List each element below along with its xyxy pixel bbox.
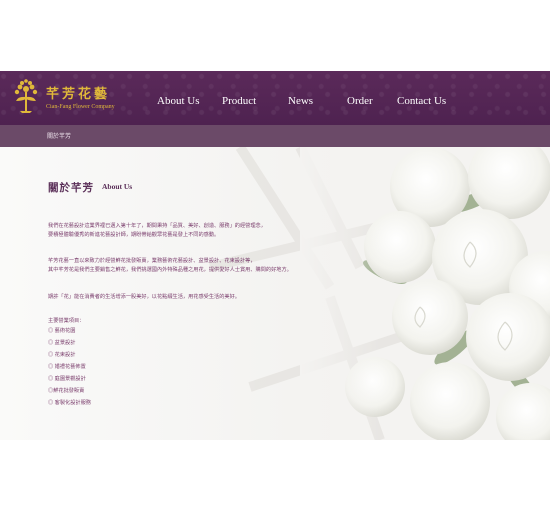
business-line: 芊芳花藝一直以來致力於經營鮮花批發販賣，業務藝術花藝設計、盆景設計、花束設計等， — [48, 258, 256, 264]
service-item: ◎ 花束設計 — [48, 352, 76, 358]
page-title: 關於芊芳 — [48, 182, 94, 194]
services-list: ◎ 藝術花園 ◎ 盆景設計 ◎ 花束設計 ◎ 婚禮花藝佈置 ◎ 庭園景觀設計 ◎… — [48, 327, 91, 411]
nav-contact-us[interactable]: Contact Us — [397, 95, 446, 107]
main-nav: About Us Product News Order Contact Us — [0, 71, 550, 125]
services-title: 主要營業項目： — [48, 318, 85, 324]
nav-order[interactable]: Order — [347, 95, 373, 107]
service-item: ◎ 庭園景觀設計 — [48, 376, 86, 382]
nav-product[interactable]: Product — [222, 95, 256, 107]
service-item: ◎鮮花批發販賣 — [48, 388, 85, 394]
business-line: 其中芊芳花是我們主要銷售之鮮花，我們挑選國內外特殊品種之用花，提供愛好人士賞用、… — [48, 267, 292, 273]
page: 芊芳花藝 Cian-Fang Flower Company About Us P… — [0, 0, 550, 515]
vision-line: 期許「花」能在消費者的生活增添一股美好，以花點綴生活，用花感受生活的美好。 — [48, 294, 240, 300]
breadcrumb: 關於芊芳 — [0, 125, 550, 147]
nav-about-us[interactable]: About Us — [157, 95, 199, 107]
vision-paragraph: 期許「花」能在消費者的生活增添一股美好，以花點綴生活，用花感受生活的美好。 — [48, 293, 240, 302]
intro-line: 我們在花藝設計這業界裡已邁入第十年了，期間秉持「品質、美好、創造、服務」的經營理… — [48, 223, 266, 229]
service-item: ◎ 客製化設計服務 — [48, 400, 91, 406]
service-item: ◎ 藝術花園 — [48, 328, 76, 334]
page-title-en: About Us — [102, 182, 133, 191]
nav-news[interactable]: News — [288, 95, 313, 107]
intro-paragraph: 我們在花藝設計這業界裡已邁入第十年了，期間秉持「品質、美好、創造、服務」的經營理… — [48, 222, 266, 240]
breadcrumb-current: 關於芊芳 — [47, 134, 72, 140]
intro-line: 要積極體驗優秀的新進花藝設計師，期盼帶給觀眾花藝是發上不同的感動。 — [48, 232, 220, 238]
service-item: ◎ 婚禮花藝佈置 — [48, 364, 86, 370]
about-section: 關於芊芳 About Us 我們在花藝設計這業界裡已邁入第十年了，期間秉持「品質… — [0, 147, 550, 440]
site-header: 芊芳花藝 Cian-Fang Flower Company About Us P… — [0, 71, 550, 125]
business-paragraph: 芊芳花藝一直以來致力於經營鮮花批發販賣，業務藝術花藝設計、盆景設計、花束設計等，… — [48, 257, 292, 275]
service-item: ◎ 盆景設計 — [48, 340, 76, 346]
